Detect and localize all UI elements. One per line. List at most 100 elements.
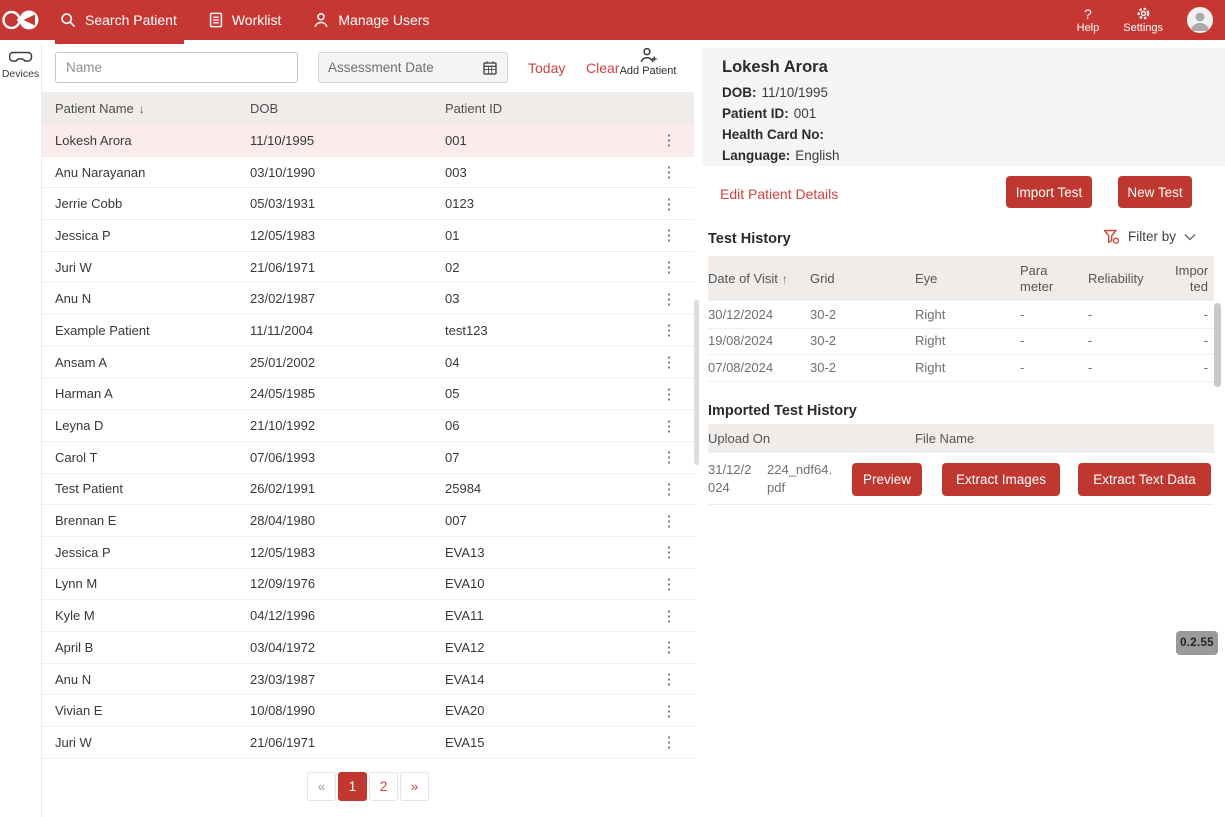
gear-icon [1136, 6, 1151, 21]
table-row[interactable]: Juri W21/06/197102⋮ [42, 252, 694, 284]
file-name-cell: 224_ndf64. pdf [767, 461, 847, 497]
row-menu-icon[interactable]: ⋮ [650, 195, 694, 213]
row-menu-icon[interactable]: ⋮ [650, 131, 694, 149]
table-row[interactable]: Jerrie Cobb05/03/19310123⋮ [42, 188, 694, 220]
test-history-scrollbar[interactable] [1214, 303, 1221, 387]
table-row[interactable]: Kyle M04/12/1996EVA11⋮ [42, 600, 694, 632]
row-menu-icon[interactable]: ⋮ [650, 607, 694, 625]
test-history-column-header[interactable]: Grid [810, 271, 915, 287]
help-icon: ? [1084, 7, 1092, 21]
patient-id-cell: 04 [445, 355, 650, 370]
table-row[interactable]: Anu N23/03/1987EVA14⋮ [42, 664, 694, 696]
table-row[interactable]: Vivian E10/08/1990EVA20⋮ [42, 695, 694, 727]
table-row[interactable]: April B03/04/1972EVA12⋮ [42, 632, 694, 664]
test-history-column-header[interactable]: Date of Visit↑ [708, 271, 810, 287]
patient-id-cell: 01 [445, 228, 650, 243]
help-button[interactable]: ? Help [1077, 7, 1100, 34]
filter-by-dropdown[interactable]: Filter by [1103, 229, 1196, 244]
row-menu-icon[interactable]: ⋮ [650, 733, 694, 751]
table-row[interactable]: Anu N23/02/198703⋮ [42, 283, 694, 315]
column-header-dob[interactable]: DOB [250, 101, 445, 116]
row-menu-icon[interactable]: ⋮ [650, 226, 694, 244]
sidebar-item-devices[interactable]: Devices [0, 44, 42, 817]
dob-cell: 28/04/1980 [250, 513, 445, 528]
today-link[interactable]: Today [528, 60, 565, 76]
column-label: Patient Name [55, 101, 134, 116]
tab-worklist[interactable]: Worklist [209, 0, 282, 40]
dob-cell: 21/06/1971 [250, 260, 445, 275]
row-menu-icon[interactable]: ⋮ [650, 512, 694, 530]
row-menu-icon[interactable]: ⋮ [650, 638, 694, 656]
row-menu-icon[interactable]: ⋮ [650, 417, 694, 435]
dob-cell: 11/11/2004 [250, 323, 445, 338]
row-menu-icon[interactable]: ⋮ [650, 480, 694, 498]
row-menu-icon[interactable]: ⋮ [650, 258, 694, 276]
table-row[interactable]: Harman A24/05/198505⋮ [42, 379, 694, 411]
patient-id-cell: 0123 [445, 196, 650, 211]
add-patient-button[interactable]: Add Patient [612, 47, 684, 77]
row-menu-icon[interactable]: ⋮ [650, 385, 694, 403]
table-row[interactable]: Ansam A25/01/200204⋮ [42, 347, 694, 379]
dob-cell: 07/06/1993 [250, 450, 445, 465]
row-menu-icon[interactable]: ⋮ [650, 321, 694, 339]
tab-search-patient[interactable]: Search Patient [60, 0, 177, 40]
dob-cell: 05/03/1931 [250, 196, 445, 211]
table-row[interactable]: Jessica P12/05/198301⋮ [42, 220, 694, 252]
test-history-column-header[interactable]: Para meter [1020, 263, 1088, 295]
test-history-body: 30/12/202430-2Right---19/08/202430-2Righ… [708, 302, 1214, 382]
patient-id-label: Patient ID: [722, 106, 789, 121]
patient-id-cell: 03 [445, 291, 650, 306]
row-menu-icon[interactable]: ⋮ [650, 353, 694, 371]
import-test-button[interactable]: Import Test [1006, 176, 1092, 208]
table-row[interactable]: Jessica P12/05/1983EVA13⋮ [42, 537, 694, 569]
test-history-row[interactable]: 07/08/202430-2Right--- [708, 355, 1214, 382]
row-menu-icon[interactable]: ⋮ [650, 670, 694, 688]
tab-label: Search Patient [85, 12, 177, 28]
filter-by-label: Filter by [1128, 229, 1176, 244]
row-menu-icon[interactable]: ⋮ [650, 290, 694, 308]
table-row[interactable]: Lynn M12/09/1976EVA10⋮ [42, 569, 694, 601]
table-row[interactable]: Leyna D21/10/199206⋮ [42, 410, 694, 442]
user-avatar[interactable] [1187, 7, 1213, 33]
assessment-date-field[interactable]: Assessment Date [318, 52, 508, 83]
row-menu-icon[interactable]: ⋮ [650, 543, 694, 561]
table-row[interactable]: Example Patient11/11/2004test123⋮ [42, 315, 694, 347]
row-menu-icon[interactable]: ⋮ [650, 163, 694, 181]
name-search-input[interactable] [55, 52, 298, 83]
app-logo [0, 6, 42, 34]
preview-button[interactable]: Preview [852, 463, 922, 496]
table-row[interactable]: Lokesh Arora11/10/1995001⋮ [42, 125, 694, 157]
devices-icon [9, 51, 33, 65]
table-row[interactable]: Brennan E28/04/1980007⋮ [42, 505, 694, 537]
tab-manage-users[interactable]: Manage Users [313, 0, 429, 40]
row-menu-icon[interactable]: ⋮ [650, 575, 694, 593]
sort-asc-icon: ↑ [782, 272, 788, 286]
row-menu-icon[interactable]: ⋮ [650, 448, 694, 466]
table-row[interactable]: Anu Narayanan03/10/1990003⋮ [42, 157, 694, 189]
row-menu-icon[interactable]: ⋮ [650, 702, 694, 720]
page-button-1[interactable]: 1 [338, 772, 367, 801]
test-history-column-header[interactable]: Eye [915, 271, 1020, 287]
imported-column-header[interactable]: File Name [915, 431, 974, 446]
test-history-row[interactable]: 30/12/202430-2Right--- [708, 302, 1214, 329]
patient-list-scrollbar[interactable] [694, 300, 699, 465]
prev-page-button[interactable]: « [307, 772, 336, 801]
extract-text-data-button[interactable]: Extract Text Data [1078, 463, 1211, 496]
next-page-button[interactable]: » [400, 772, 429, 801]
extract-images-button[interactable]: Extract Images [942, 463, 1060, 496]
table-row[interactable]: Test Patient26/02/199125984⋮ [42, 474, 694, 506]
test-history-cell: - [1020, 333, 1088, 349]
column-header-patient-id[interactable]: Patient ID [445, 101, 650, 116]
table-row[interactable]: Juri W21/06/1971EVA15⋮ [42, 727, 694, 759]
test-history-column-header[interactable]: Reliability [1088, 271, 1175, 287]
table-row[interactable]: Carol T07/06/199307⋮ [42, 442, 694, 474]
new-test-button[interactable]: New Test [1118, 176, 1192, 208]
dob-label: DOB: [722, 85, 757, 100]
test-history-column-header[interactable]: Impor ted [1175, 263, 1214, 295]
column-header-patient-name[interactable]: Patient Name↓ [55, 101, 250, 116]
page-button-2[interactable]: 2 [369, 772, 398, 801]
test-history-row[interactable]: 19/08/202430-2Right--- [708, 329, 1214, 356]
settings-button[interactable]: Settings [1123, 6, 1163, 34]
edit-patient-details-link[interactable]: Edit Patient Details [720, 186, 838, 202]
imported-column-header[interactable]: Upload On [708, 431, 915, 446]
